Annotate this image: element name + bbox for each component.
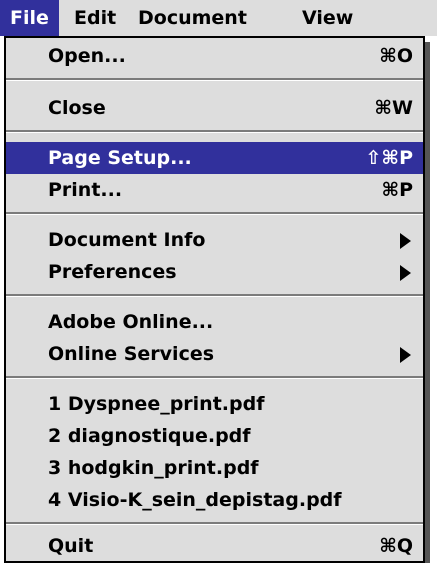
- menu-item-shortcut: ⌘W: [374, 97, 413, 119]
- menu-item-shortcut: ⌘O: [379, 45, 413, 67]
- submenu-arrow-icon: [400, 233, 411, 249]
- menu-bar: File Edit Document View: [0, 0, 437, 36]
- menu-item-label: Adobe Online...: [48, 311, 214, 333]
- menu-item-label: Preferences: [48, 261, 177, 283]
- menu-item-print[interactable]: Print... ⌘P: [6, 174, 423, 206]
- menu-item-label: Open...: [48, 45, 126, 67]
- menu-separator: [6, 522, 423, 525]
- recent-file-label: 2 diagnostique.pdf: [48, 425, 251, 447]
- menu-item-open[interactable]: Open... ⌘O: [6, 40, 423, 72]
- recent-file-label: 1 Dyspnee_print.pdf: [48, 393, 265, 415]
- recent-file-item[interactable]: 4 Visio-K_sein_depistag.pdf: [6, 484, 423, 516]
- menu-item-label: Close: [48, 97, 106, 119]
- menu-separator: [6, 130, 423, 133]
- menu-shadow: [425, 42, 430, 563]
- recent-file-item[interactable]: 3 hodgkin_print.pdf: [6, 452, 423, 484]
- menu-separator: [6, 376, 423, 379]
- menu-view[interactable]: View: [292, 0, 363, 36]
- menu-item-preferences[interactable]: Preferences: [6, 256, 423, 288]
- menu-item-quit[interactable]: Quit ⌘Q: [6, 530, 423, 562]
- menu-item-document-info[interactable]: Document Info: [6, 224, 423, 256]
- recent-file-label: 3 hodgkin_print.pdf: [48, 457, 259, 479]
- menu-separator: [6, 78, 423, 81]
- menu-edit[interactable]: Edit: [64, 0, 126, 36]
- submenu-arrow-icon: [400, 347, 411, 363]
- menu-item-page-setup[interactable]: Page Setup... ⇧⌘P: [6, 142, 423, 174]
- menu-item-label: Page Setup...: [48, 147, 192, 169]
- menu-item-adobe-online[interactable]: Adobe Online...: [6, 306, 423, 338]
- menu-item-label: Document Info: [48, 229, 206, 251]
- menu-file[interactable]: File: [0, 0, 59, 36]
- recent-file-item[interactable]: 1 Dyspnee_print.pdf: [6, 388, 423, 420]
- menu-item-label: Online Services: [48, 343, 215, 365]
- menu-item-online-services[interactable]: Online Services: [6, 338, 423, 370]
- menu-separator: [6, 212, 423, 215]
- menu-document[interactable]: Document: [128, 0, 257, 36]
- menu-item-shortcut: ⌘Q: [379, 535, 413, 557]
- menu-item-shortcut: ⌘P: [381, 179, 413, 201]
- recent-file-label: 4 Visio-K_sein_depistag.pdf: [48, 489, 342, 511]
- menu-item-shortcut: ⇧⌘P: [365, 147, 413, 169]
- menu-item-label: Quit: [48, 535, 94, 557]
- menu-separator: [6, 294, 423, 297]
- file-menu-dropdown: Open... ⌘O Close ⌘W Page Setup... ⇧⌘P Pr…: [4, 36, 425, 563]
- menu-item-label: Print...: [48, 179, 123, 201]
- recent-file-item[interactable]: 2 diagnostique.pdf: [6, 420, 423, 452]
- menu-item-close[interactable]: Close ⌘W: [6, 92, 423, 124]
- submenu-arrow-icon: [400, 265, 411, 281]
